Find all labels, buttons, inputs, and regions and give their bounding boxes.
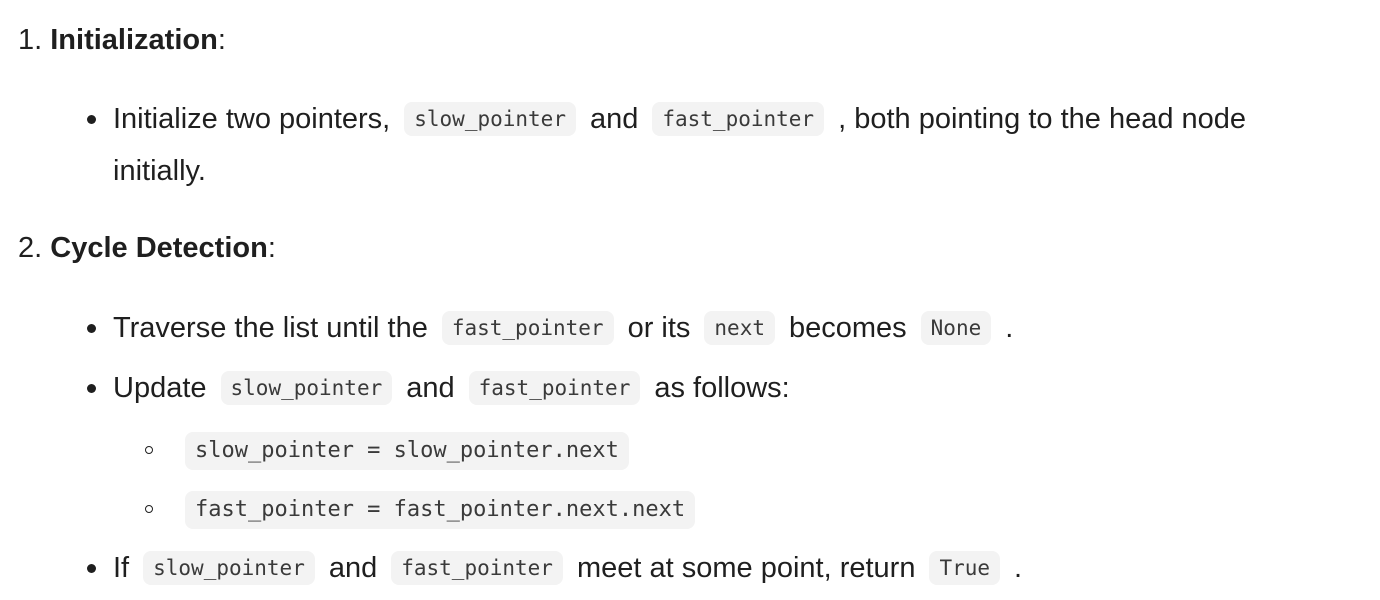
text: and <box>406 372 455 404</box>
inline-code: fast_pointer <box>652 102 825 136</box>
step-2-heading: 2. Cycle Detection: <box>18 228 276 268</box>
text: initially. <box>113 155 206 187</box>
text: and <box>328 552 378 584</box>
inline-code: next <box>704 311 775 345</box>
inline-code: slow_pointer <box>220 371 393 405</box>
bullet-icon <box>87 324 96 333</box>
step-2-sub-bullet-2: fast_pointer = fast_pointer.next.next <box>185 489 696 529</box>
inline-code: True <box>929 551 1001 585</box>
step-1-colon: : <box>217 24 226 56</box>
inline-code: None <box>920 311 992 345</box>
text: . <box>1014 552 1023 584</box>
text: Update <box>113 372 207 404</box>
step-1-title: Initialization <box>50 24 218 56</box>
inline-code: fast_pointer <box>391 551 563 585</box>
inline-code: slow_pointer <box>143 551 315 585</box>
text: and <box>589 103 639 135</box>
step-1-heading: 1. Initialization: <box>18 20 226 60</box>
code-line: fast_pointer = fast_pointer.next.next <box>185 491 696 529</box>
text: meet at some point, return <box>576 552 916 584</box>
text: or its <box>627 312 691 344</box>
document: 1. Initialization: Initialize two pointe… <box>0 0 1380 600</box>
step-2-bullet-2: Update slow_pointer and fast_pointer as foll… <box>113 368 790 408</box>
step-2-bullet-3: If slow_pointer and fast_pointer meet at som… <box>113 548 1022 588</box>
sub-bullet-icon <box>145 446 153 454</box>
text: Traverse the list until the <box>113 312 428 344</box>
step-2-bullet-1: Traverse the list until the fast_pointer o… <box>113 308 1013 348</box>
text: Initialize two pointers, <box>113 103 391 135</box>
step-2-number: 2. <box>18 232 43 264</box>
step-2-title: Cycle Detection <box>50 232 268 264</box>
text: If <box>113 552 130 584</box>
text: . <box>1005 312 1014 344</box>
bullet-icon <box>87 564 96 573</box>
inline-code: fast_pointer <box>468 371 641 405</box>
sub-bullet-icon <box>145 505 153 513</box>
bullet-icon <box>87 115 96 124</box>
code-line: slow_pointer = slow_pointer.next <box>185 432 629 470</box>
step-2-sub-bullet-1: slow_pointer = slow_pointer.next <box>185 430 629 470</box>
step-1-bullet-1-line-2: initially. <box>113 151 206 191</box>
step-1-number: 1. <box>18 24 43 56</box>
inline-code: slow_pointer <box>404 102 576 136</box>
step-2-colon: : <box>267 232 276 264</box>
text: becomes <box>788 312 907 344</box>
text: as follows: <box>654 372 790 404</box>
text: , both pointing to the head node <box>838 103 1247 135</box>
inline-code: fast_pointer <box>441 311 614 345</box>
step-1-bullet-1-line-1: Initialize two pointers, slow_pointer and f… <box>113 99 1246 139</box>
bullet-icon <box>87 384 96 393</box>
